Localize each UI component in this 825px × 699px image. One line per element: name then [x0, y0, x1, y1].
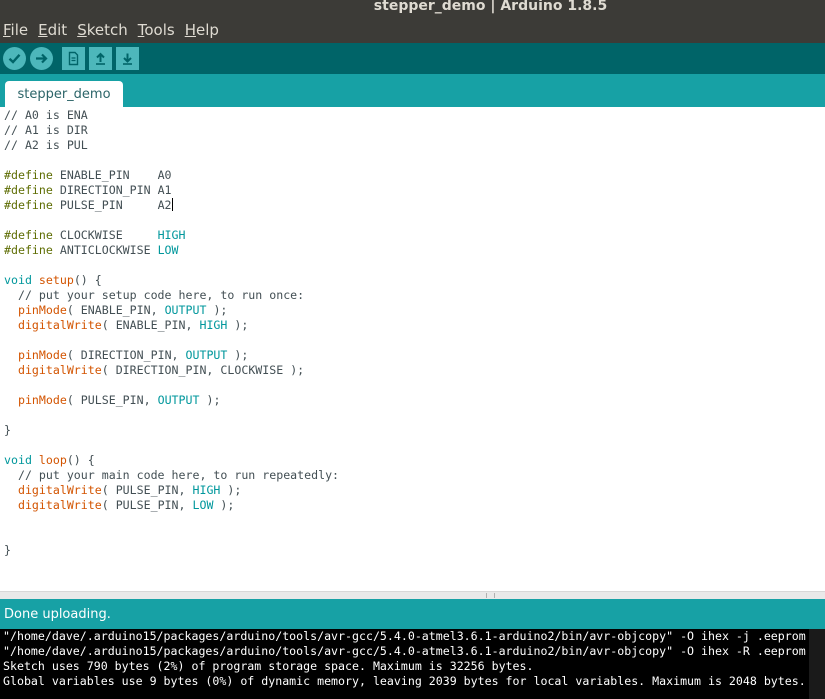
- menu-bar: File Edit Sketch Tools Help: [0, 17, 825, 43]
- code-line[interactable]: [4, 438, 339, 453]
- menu-accelerator: S: [77, 21, 87, 39]
- code-line[interactable]: #define DIRECTION_PIN A1: [4, 183, 339, 198]
- menu-label: ools: [144, 21, 175, 39]
- check-icon: [8, 53, 21, 64]
- code-line[interactable]: #define PULSE_PIN A2: [4, 198, 339, 213]
- code-line[interactable]: #define ANTICLOCKWISE LOW: [4, 243, 339, 258]
- arrow-down-icon: [123, 53, 132, 65]
- code-line[interactable]: // put your main code here, to run repea…: [4, 468, 339, 483]
- code-text[interactable]: // A0 is ENA// A1 is DIR// A2 is PUL #def…: [4, 108, 339, 558]
- menu-accelerator: E: [38, 21, 48, 39]
- text-cursor: [171, 198, 173, 211]
- arrow-right-icon: [36, 53, 48, 64]
- toolbar: [0, 43, 825, 74]
- code-line[interactable]: #define CLOCKWISE HIGH: [4, 228, 339, 243]
- menu-label: elp: [195, 21, 219, 39]
- console-line: "/home/dave/.arduino15/packages/arduino/…: [3, 644, 825, 658]
- code-line[interactable]: [4, 378, 339, 393]
- code-line[interactable]: // A0 is ENA: [4, 108, 339, 123]
- code-line[interactable]: pinMode( ENABLE_PIN, OUTPUT );: [4, 303, 339, 318]
- verify-button[interactable]: [3, 47, 26, 70]
- code-line[interactable]: [4, 153, 339, 168]
- menu-label: ketch: [86, 21, 128, 39]
- menu-label: ile: [10, 21, 29, 39]
- pane-divider[interactable]: [0, 591, 825, 599]
- console-line: "/home/dave/.arduino15/packages/arduino/…: [3, 629, 825, 643]
- console-line: Sketch uses 790 bytes (2%) of program st…: [3, 659, 534, 673]
- code-line[interactable]: [4, 333, 339, 348]
- code-line[interactable]: void loop() {: [4, 453, 339, 468]
- code-line[interactable]: #define ENABLE_PIN A0: [4, 168, 339, 183]
- console-lines: "/home/dave/.arduino15/packages/arduino/…: [3, 629, 825, 689]
- code-line[interactable]: // A1 is DIR: [4, 123, 339, 138]
- open-button[interactable]: [89, 47, 112, 70]
- code-line[interactable]: // A2 is PUL: [4, 138, 339, 153]
- code-line[interactable]: void setup() {: [4, 273, 339, 288]
- code-line[interactable]: pinMode( PULSE_PIN, OUTPUT );: [4, 393, 339, 408]
- title-bar: stepper_demo | Arduino 1.8.5: [0, 0, 825, 17]
- menu-item-tools[interactable]: Tools: [138, 21, 175, 39]
- status-message: Done uploading.: [4, 606, 111, 622]
- code-line[interactable]: [4, 408, 339, 423]
- code-line[interactable]: }: [4, 543, 339, 558]
- code-line[interactable]: pinMode( DIRECTION_PIN, OUTPUT );: [4, 348, 339, 363]
- new-button[interactable]: [62, 47, 85, 70]
- menu-accelerator: F: [3, 21, 11, 39]
- divider-grip[interactable]: [486, 593, 495, 598]
- arrow-up-icon: [96, 52, 105, 65]
- tab-stepper-demo[interactable]: stepper_demo: [5, 81, 123, 107]
- code-editor[interactable]: // A0 is ENA// A1 is DIR// A2 is PUL #def…: [0, 107, 825, 591]
- code-line[interactable]: // put your setup code here, to run once…: [4, 288, 339, 303]
- code-line[interactable]: [4, 213, 339, 228]
- menu-accelerator: H: [184, 21, 196, 39]
- upload-button[interactable]: [30, 47, 53, 70]
- console-output[interactable]: "/home/dave/.arduino15/packages/arduino/…: [0, 629, 825, 699]
- menu-item-help[interactable]: Help: [185, 21, 219, 39]
- window-title: stepper_demo | Arduino 1.8.5: [373, 0, 608, 14]
- menu-item-sketch[interactable]: Sketch: [77, 21, 128, 39]
- menu-item-file[interactable]: File: [3, 21, 28, 39]
- status-bar: Done uploading.: [0, 599, 825, 629]
- code-line[interactable]: [4, 258, 339, 273]
- new-file-icon: [68, 51, 79, 66]
- tab-bar: stepper_demo: [0, 74, 825, 107]
- code-line[interactable]: [4, 513, 339, 528]
- code-line[interactable]: digitalWrite( PULSE_PIN, LOW );: [4, 498, 339, 513]
- console-line: Global variables use 9 bytes (0%) of dyn…: [3, 674, 806, 688]
- menu-item-edit[interactable]: Edit: [38, 21, 67, 39]
- code-line[interactable]: digitalWrite( PULSE_PIN, HIGH );: [4, 483, 339, 498]
- code-line[interactable]: digitalWrite( ENABLE_PIN, HIGH );: [4, 318, 339, 333]
- menu-label: dit: [47, 21, 68, 39]
- code-line[interactable]: [4, 528, 339, 543]
- console-scrollbar[interactable]: [809, 629, 825, 699]
- save-button[interactable]: [116, 47, 139, 70]
- code-line[interactable]: }: [4, 423, 339, 438]
- code-line[interactable]: digitalWrite( DIRECTION_PIN, CLOCKWISE )…: [4, 363, 339, 378]
